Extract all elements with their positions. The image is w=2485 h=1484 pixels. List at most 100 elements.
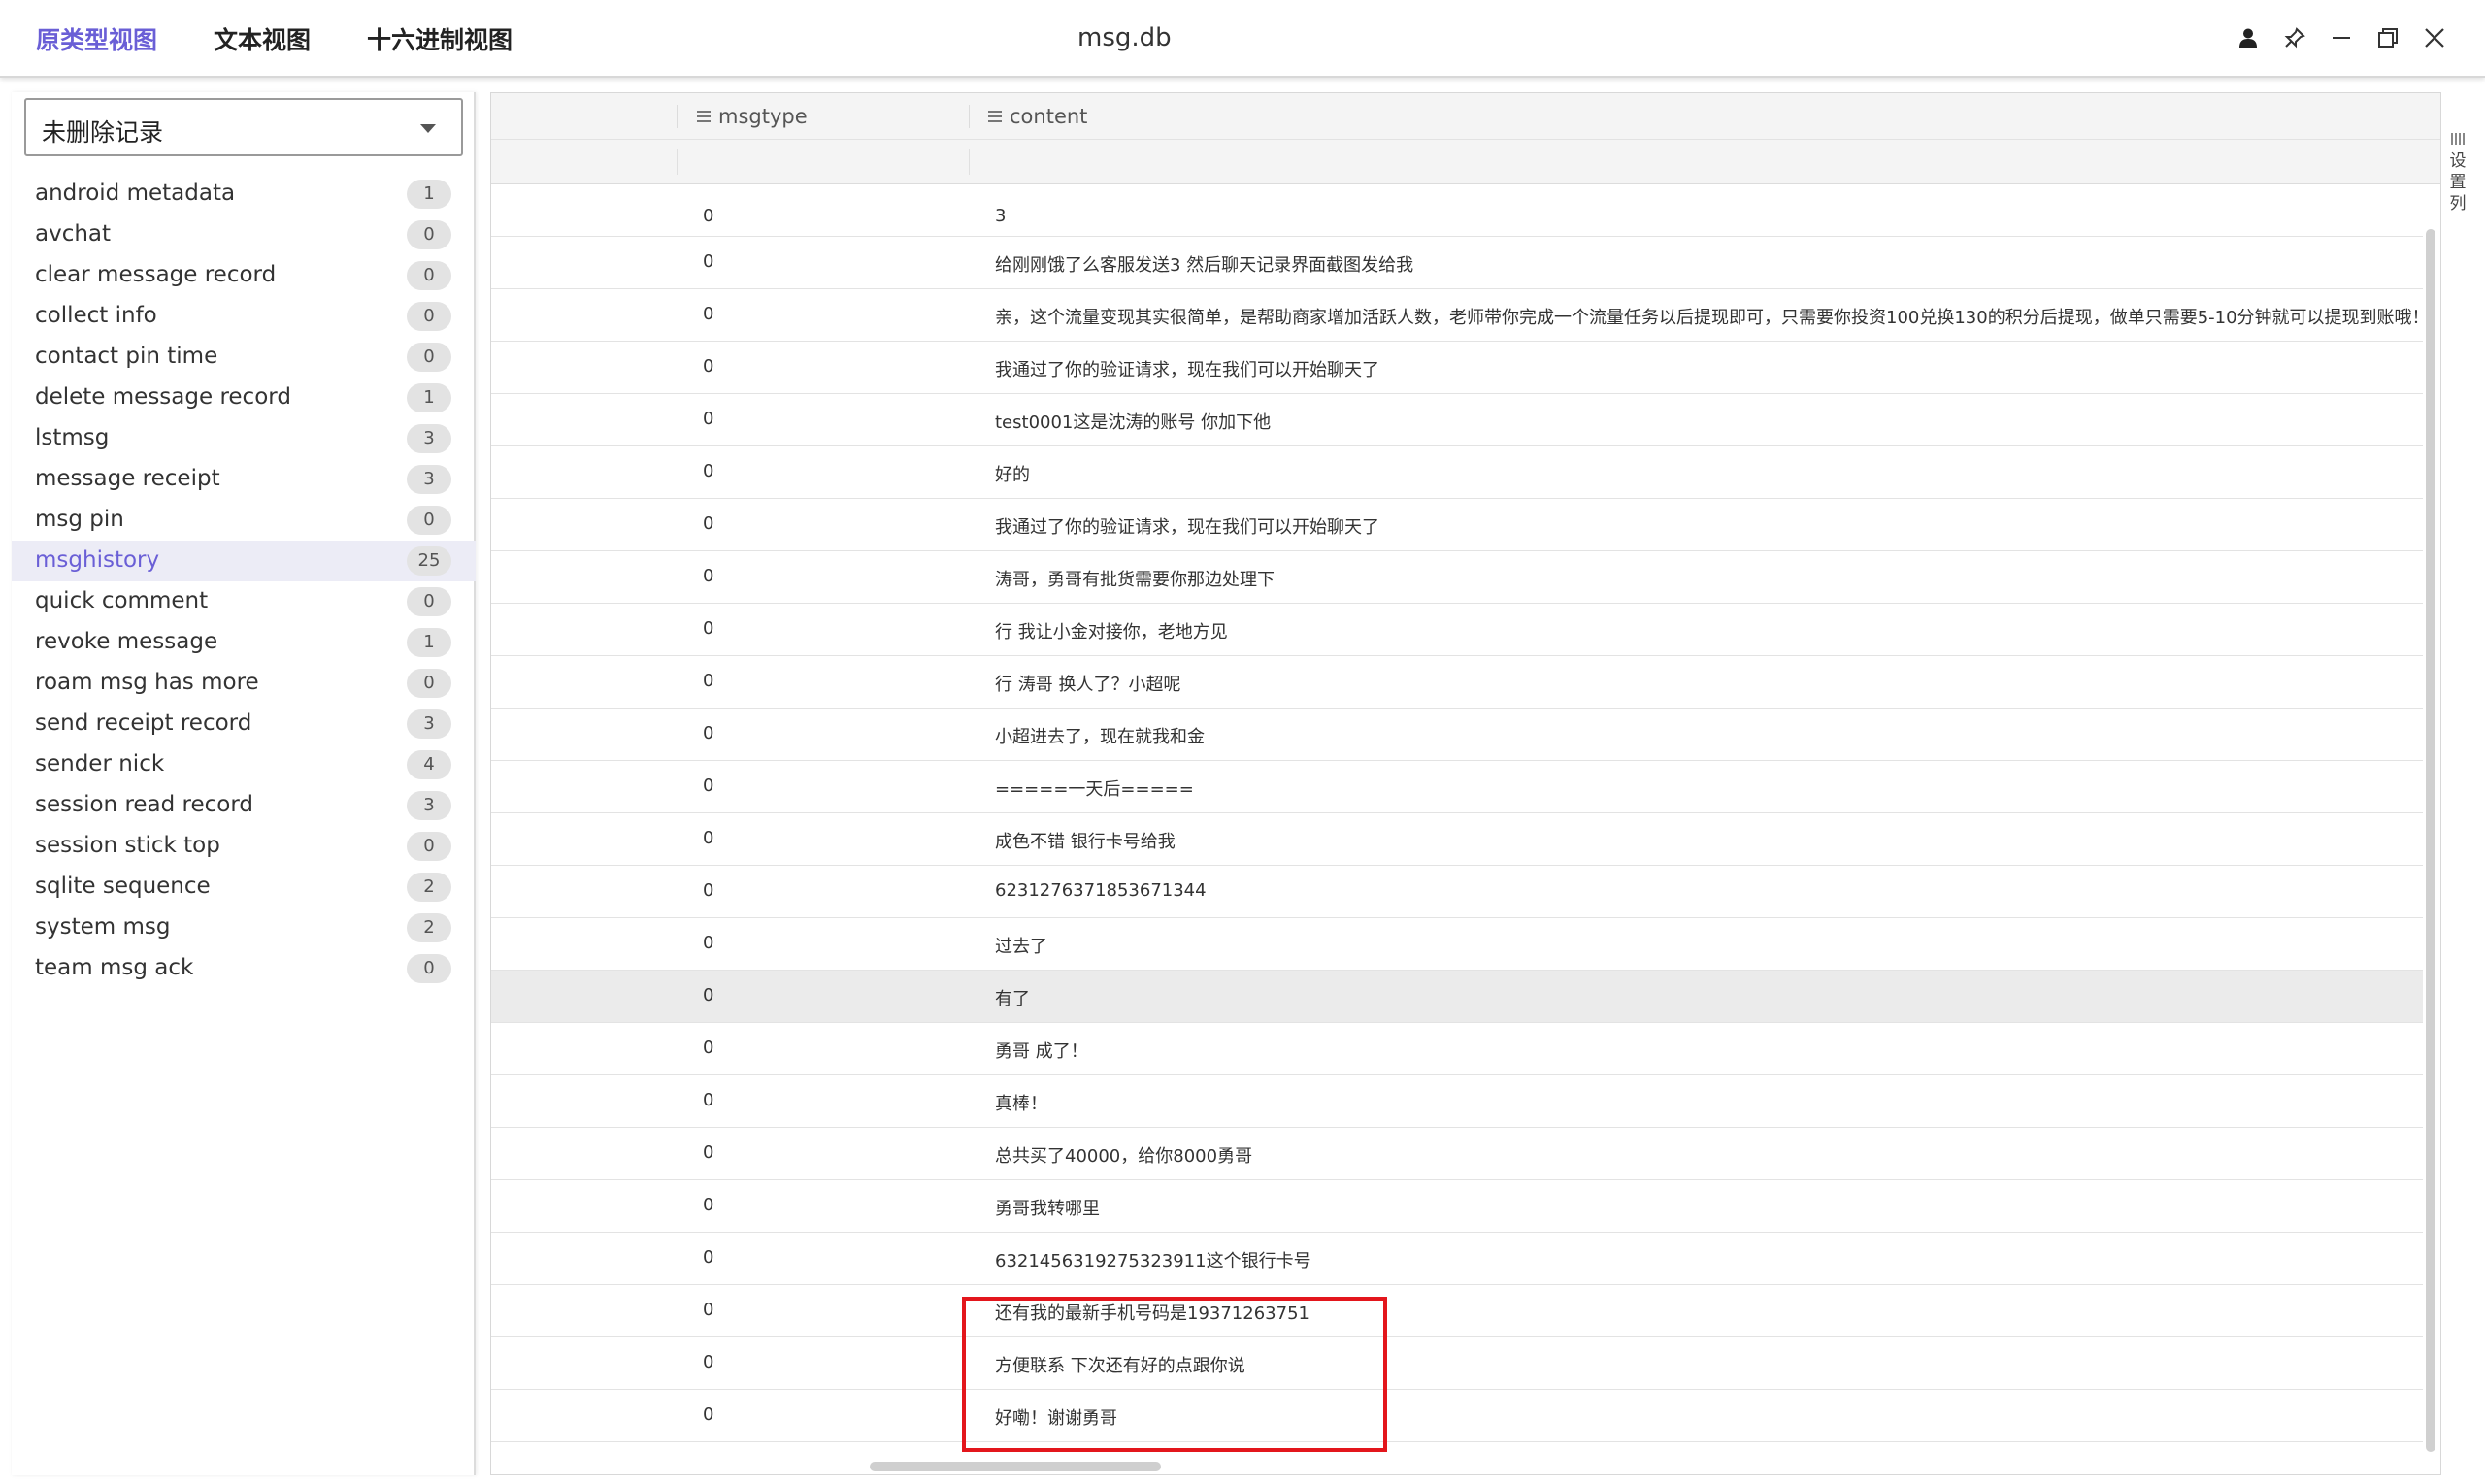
msgtype-cell: 0 bbox=[703, 409, 714, 429]
table-row[interactable]: 0 行 涛哥 换人了？小超呢 bbox=[491, 656, 2423, 709]
table-row[interactable]: 0 涛哥，勇哥有批货需要你那边处理下 bbox=[491, 551, 2423, 604]
msgtype-cell: 0 bbox=[703, 671, 714, 691]
content-cell: 总共买了40000，给你8000勇哥 bbox=[995, 1146, 1253, 1167]
record-count-badge: 4 bbox=[407, 750, 451, 779]
column-settings-tab[interactable]: 设置列 bbox=[2443, 129, 2472, 226]
tab-raw-type-view[interactable]: 原类型视图 bbox=[36, 21, 157, 56]
sidebar-item-message-receipt[interactable]: message receipt 3 bbox=[12, 459, 476, 500]
record-filter-value: 未删除记录 bbox=[42, 118, 164, 147]
horizontal-scrollbar[interactable] bbox=[870, 1462, 1161, 1471]
table-row[interactable]: 0 小超进去了，现在就我和金 bbox=[491, 709, 2423, 761]
content-cell: 方便联系 下次还有好的点跟你说 bbox=[995, 1356, 1245, 1376]
table-row[interactable]: 0 6231276371853671344 bbox=[491, 866, 2423, 918]
sidebar-item-android-metadata[interactable]: android metadata 1 bbox=[12, 174, 476, 214]
msgtype-cell: 0 bbox=[703, 723, 714, 743]
table-name: contact pin time bbox=[35, 344, 218, 369]
filter-separator bbox=[677, 149, 678, 175]
table-name: lstmsg bbox=[35, 425, 110, 450]
content-cell: 勇哥我转哪里 bbox=[995, 1199, 1100, 1219]
sidebar-item-msg-pin[interactable]: msg pin 0 bbox=[12, 500, 476, 541]
sidebar-item-send-receipt-record[interactable]: send receipt record 3 bbox=[12, 704, 476, 744]
table-row[interactable]: 0 过去了 bbox=[491, 918, 2423, 971]
table-row[interactable]: 0 给刚刚饿了么客服发送3 然后聊天记录界面截图发给我 bbox=[491, 237, 2423, 289]
vertical-scrollbar[interactable] bbox=[2426, 229, 2435, 1452]
sidebar-item-delete-message-record[interactable]: delete message record 1 bbox=[12, 378, 476, 418]
pin-icon[interactable] bbox=[2278, 21, 2311, 54]
record-count-badge: 2 bbox=[407, 913, 451, 942]
content-cell: 好的 bbox=[995, 465, 1030, 485]
record-filter-select[interactable]: 未删除记录 bbox=[24, 98, 463, 156]
table-name: session read record bbox=[35, 792, 254, 817]
sidebar-item-system-msg[interactable]: system msg 2 bbox=[12, 907, 476, 948]
grid-filter-row[interactable] bbox=[491, 140, 2440, 184]
content-cell: 我通过了你的验证请求，现在我们可以开始聊天了 bbox=[995, 360, 1379, 380]
table-row[interactable]: 0 总共买了40000，给你8000勇哥 bbox=[491, 1128, 2423, 1180]
sidebar-item-roam-msg-has-more[interactable]: roam msg has more 0 bbox=[12, 663, 476, 704]
sidebar-item-avchat[interactable]: avchat 0 bbox=[12, 214, 476, 255]
minimize-icon[interactable] bbox=[2325, 21, 2358, 54]
sidebar-item-sender-nick[interactable]: sender nick 4 bbox=[12, 744, 476, 785]
content-cell: 给刚刚饿了么客服发送3 然后聊天记录界面截图发给我 bbox=[995, 255, 1414, 276]
column-header-label: msgtype bbox=[718, 105, 808, 128]
close-icon[interactable] bbox=[2418, 21, 2451, 54]
table-row[interactable]: 0 勇哥我转哪里 bbox=[491, 1180, 2423, 1233]
table-row[interactable]: 0 勇哥 成了！ bbox=[491, 1023, 2423, 1075]
msgtype-cell: 0 bbox=[703, 1352, 714, 1372]
table-name: message receipt bbox=[35, 466, 220, 491]
record-count-badge: 3 bbox=[407, 424, 451, 453]
table-row[interactable]: 0 6321456319275323911这个银行卡号 bbox=[491, 1233, 2423, 1285]
table-row[interactable]: 0 还有我的最新手机号码是19371263751 bbox=[491, 1285, 2423, 1337]
table-row[interactable]: 0 方便联系 下次还有好的点跟你说 bbox=[491, 1337, 2423, 1390]
table-row[interactable]: 0 好嘞！谢谢勇哥 bbox=[491, 1390, 2423, 1442]
sidebar-item-lstmsg[interactable]: lstmsg 3 bbox=[12, 418, 476, 459]
sidebar-item-msghistory[interactable]: msghistory 25 bbox=[12, 541, 476, 581]
msgtype-cell: 0 bbox=[703, 1195, 714, 1215]
table-row[interactable]: 03 bbox=[491, 194, 2423, 237]
table-row[interactable]: 0 我通过了你的验证请求，现在我们可以开始聊天了 bbox=[491, 342, 2423, 394]
sidebar-item-quick-comment[interactable]: quick comment 0 bbox=[12, 581, 476, 622]
record-count-badge: 0 bbox=[407, 832, 451, 861]
table-row[interactable]: 0 好的 bbox=[491, 446, 2423, 499]
table-row[interactable]: 0 =====一天后===== bbox=[491, 761, 2423, 813]
msgtype-cell: 0 bbox=[703, 880, 714, 901]
user-icon[interactable] bbox=[2232, 21, 2265, 54]
msgtype-cell: 0 bbox=[703, 985, 714, 1006]
msgtype-cell: 0 bbox=[703, 1247, 714, 1268]
column-header-content[interactable]: content bbox=[988, 105, 1087, 128]
msgtype-cell: 0 bbox=[703, 828, 714, 848]
record-count-badge: 0 bbox=[407, 220, 451, 249]
sidebar-item-session-stick-top[interactable]: session stick top 0 bbox=[12, 826, 476, 867]
content-cell: 还有我的最新手机号码是19371263751 bbox=[995, 1303, 1309, 1324]
column-header-msgtype[interactable]: msgtype bbox=[697, 105, 808, 128]
table-name: roam msg has more bbox=[35, 670, 259, 695]
column-header-label: content bbox=[1010, 105, 1088, 128]
table-row[interactable]: 0 我通过了你的验证请求，现在我们可以开始聊天了 bbox=[491, 499, 2423, 551]
msgtype-cell: 0 bbox=[703, 1090, 714, 1110]
sidebar-item-clear-message-record[interactable]: clear message record 0 bbox=[12, 255, 476, 296]
sidebar-item-revoke-message[interactable]: revoke message 1 bbox=[12, 622, 476, 663]
content-cell: 亲，这个流量变现其实很简单，是帮助商家增加活跃人数，老师带你完成一个流量任务以后… bbox=[995, 308, 2430, 328]
table-row[interactable]: 0 test0001这是沈涛的账号 你加下他 bbox=[491, 394, 2423, 446]
content-cell: 成色不错 银行卡号给我 bbox=[995, 832, 1176, 852]
sidebar-item-contact-pin-time[interactable]: contact pin time 0 bbox=[12, 337, 476, 378]
content-cell: 有了 bbox=[995, 989, 1030, 1009]
record-count-badge: 3 bbox=[407, 709, 451, 739]
record-count-badge: 25 bbox=[407, 546, 451, 576]
table-row[interactable]: 0 亲，这个流量变现其实很简单，是帮助商家增加活跃人数，老师带你完成一个流量任务以… bbox=[491, 289, 2430, 342]
record-count-badge: 0 bbox=[407, 587, 451, 616]
msgtype-cell: 0 bbox=[703, 933, 714, 953]
msgtype-cell: 0 bbox=[703, 206, 714, 226]
sidebar-item-session-read-record[interactable]: session read record 3 bbox=[12, 785, 476, 826]
maximize-icon[interactable] bbox=[2371, 21, 2404, 54]
tab-text-view[interactable]: 文本视图 bbox=[214, 21, 311, 56]
table-row[interactable]: 0 真棒！ bbox=[491, 1075, 2423, 1128]
sidebar-item-team-msg-ack[interactable]: team msg ack 0 bbox=[12, 948, 476, 989]
content-cell: 6231276371853671344 bbox=[995, 880, 1207, 901]
table-row[interactable]: 0 有了 bbox=[491, 971, 2423, 1023]
sidebar-item-collect-info[interactable]: collect info 0 bbox=[12, 296, 476, 337]
tab-hex-view[interactable]: 十六进制视图 bbox=[367, 21, 513, 56]
table-row[interactable]: 0 成色不错 银行卡号给我 bbox=[491, 813, 2423, 866]
sidebar-item-sqlite-sequence[interactable]: sqlite sequence 2 bbox=[12, 867, 476, 907]
content-cell: 3 bbox=[995, 206, 1007, 226]
table-row[interactable]: 0 行 我让小金对接你，老地方见 bbox=[491, 604, 2423, 656]
